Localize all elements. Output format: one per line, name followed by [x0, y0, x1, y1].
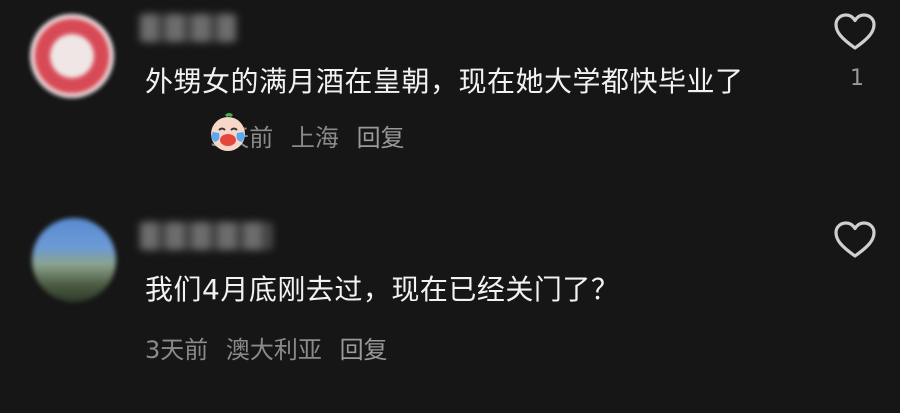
like-count: 1 — [850, 66, 864, 91]
comment-meta: 3天前 澳大利亚 回复 — [145, 330, 398, 365]
username-blurred[interactable] — [140, 14, 236, 42]
avatar[interactable] — [30, 14, 114, 98]
comment-location: 上海 — [290, 124, 339, 152]
comment-text: 外甥女的满月酒在皇朝，现在她大学都快毕业了 — [145, 56, 785, 108]
comment-text-content: 我们4月底刚去过，现在已经关门了？ — [145, 273, 620, 306]
comment-location: 澳大利亚 — [225, 336, 322, 364]
comment-text-content: 外甥女的满月酒在皇朝，现在她大学都快毕业了 — [145, 65, 744, 98]
comment-time: 3天前 — [145, 336, 209, 364]
username-blurred[interactable] — [140, 222, 272, 250]
reply-button[interactable]: 回复 — [340, 336, 388, 364]
avatar[interactable] — [32, 218, 116, 302]
comment-text: 我们4月底刚去过，现在已经关门了？ — [145, 264, 785, 316]
like-heart-icon[interactable] — [833, 220, 877, 260]
like-heart-icon[interactable] — [833, 12, 877, 52]
reply-button[interactable]: 回复 — [357, 124, 405, 152]
crying-laughing-face-icon — [211, 113, 245, 151]
